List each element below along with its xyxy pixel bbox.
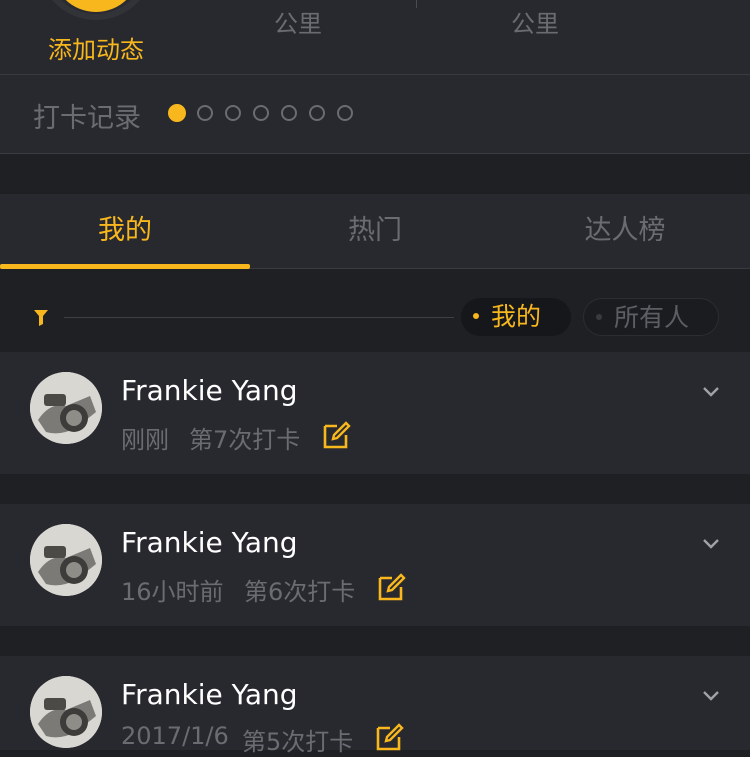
filter-all-label: 所有人 xyxy=(614,303,690,332)
filter-icon[interactable] xyxy=(34,310,48,326)
user-name[interactable]: Frankie Yang xyxy=(121,678,298,711)
dot-icon xyxy=(473,313,479,319)
tab-hot[interactable]: 热门 xyxy=(250,194,500,268)
checkin-count: 第6次打卡 xyxy=(244,578,356,606)
add-post-label[interactable]: 添加动态 xyxy=(0,30,192,65)
post-time: 刚刚 xyxy=(121,426,169,454)
filter-all-button[interactable]: 所有人 xyxy=(583,298,719,336)
chevron-down-icon[interactable] xyxy=(702,538,720,550)
filter-divider xyxy=(64,317,454,318)
edit-icon[interactable] xyxy=(377,572,407,602)
chevron-down-icon[interactable] xyxy=(702,386,720,398)
stats-divider xyxy=(416,0,417,8)
edit-icon[interactable] xyxy=(375,722,405,752)
user-name[interactable]: Frankie Yang xyxy=(121,374,298,407)
edit-icon[interactable] xyxy=(322,420,352,450)
distance-unit-left: 公里 xyxy=(274,10,322,38)
avatar[interactable] xyxy=(30,524,102,596)
checkin-count: 第5次打卡 xyxy=(242,728,354,756)
feed-item[interactable] xyxy=(0,504,750,626)
post-time: 2017/1/6 xyxy=(121,722,229,750)
distance-unit-right: 公里 xyxy=(511,10,559,38)
chevron-down-icon[interactable] xyxy=(702,690,720,702)
feed-item[interactable] xyxy=(0,352,750,474)
camera-photo-icon xyxy=(30,676,102,748)
checkin-record-label: 打卡记录 xyxy=(33,103,141,134)
checkin-dot-1 xyxy=(168,104,186,122)
user-name[interactable]: Frankie Yang xyxy=(121,526,298,559)
checkin-count: 第7次打卡 xyxy=(189,426,301,454)
tab-experts[interactable]: 达人榜 xyxy=(500,194,750,268)
camera-photo-icon xyxy=(30,524,102,596)
checkin-dot-7 xyxy=(337,105,353,121)
avatar[interactable] xyxy=(30,676,102,748)
filter-mine-button[interactable]: 我的 xyxy=(461,298,571,336)
checkin-dot-4 xyxy=(253,105,269,121)
tab-active-indicator xyxy=(0,264,250,269)
camera-photo-icon xyxy=(30,372,102,444)
avatar[interactable] xyxy=(30,372,102,444)
tab-mine[interactable]: 我的 xyxy=(0,194,250,268)
filter-mine-label: 我的 xyxy=(491,302,542,331)
dot-icon xyxy=(596,314,602,320)
checkin-dot-2 xyxy=(197,105,213,121)
checkin-dot-6 xyxy=(309,105,325,121)
checkin-dot-3 xyxy=(225,105,241,121)
checkin-dot-5 xyxy=(281,105,297,121)
post-time: 16小时前 xyxy=(121,578,224,606)
